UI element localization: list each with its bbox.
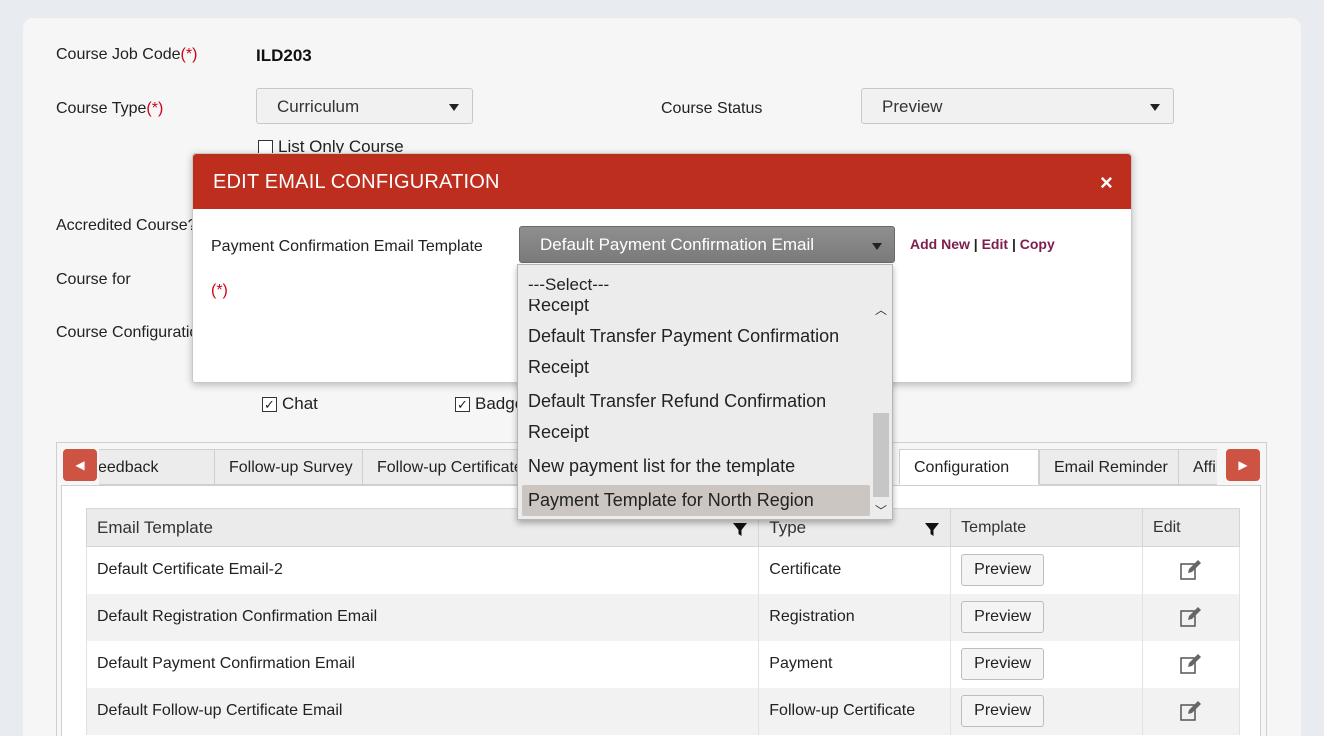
edit-icon[interactable] — [1179, 700, 1203, 722]
copy-link[interactable]: Copy — [1020, 236, 1055, 252]
dropdown-option[interactable]: Default Transfer Refund Confirmation — [522, 386, 870, 417]
preview-button[interactable]: Preview — [961, 601, 1045, 633]
type-cell: Certificate — [758, 546, 952, 594]
tab-follow-up-survey[interactable]: Follow-up Survey — [214, 449, 364, 485]
checkmark-icon: ✓ — [455, 396, 470, 412]
filter-icon[interactable] — [924, 522, 940, 538]
dropdown-option[interactable]: Receipt — [522, 417, 870, 448]
dropdown-option[interactable]: Default Transfer Payment Confirmation — [522, 321, 870, 352]
table-row: Default Certificate Email-2 Certificate … — [85, 546, 1240, 594]
preview-button[interactable]: Preview — [961, 554, 1045, 587]
edit-cell — [1142, 687, 1240, 735]
chevron-down-icon — [1150, 104, 1160, 111]
tab-email-configuration[interactable]: Configuration — [899, 449, 1039, 485]
scroll-down-icon[interactable]: ﹀ — [875, 502, 887, 519]
payment-template-label: Payment Confirmation Email Template — [211, 238, 483, 255]
scroll-up-icon[interactable]: ︿ — [875, 301, 887, 318]
chevron-down-icon — [449, 104, 459, 111]
course-status-select[interactable]: Preview — [861, 88, 1174, 124]
tab-follow-up-certificate[interactable]: Follow-up Certificate — [362, 449, 538, 485]
payment-template-value: Default Payment Confirmation Email — [540, 235, 815, 254]
close-icon[interactable]: × — [1100, 170, 1113, 196]
dropdown-option[interactable]: Receipt — [522, 352, 870, 383]
caret-left-icon: ◀ — [75, 458, 85, 472]
course-type-label: Course Type(*) — [56, 100, 164, 117]
scrollbar-thumb[interactable] — [873, 413, 889, 497]
email-template-table: Email Template Type Template Edit Defaul… — [85, 508, 1240, 735]
course-type-select[interactable]: Curriculum — [256, 88, 473, 124]
dropdown-option[interactable]: Receipt — [522, 299, 870, 321]
course-status-value: Preview — [882, 97, 943, 116]
tab-email-reminder[interactable]: Email Reminder — [1039, 449, 1179, 485]
template-name-cell: Default Payment Confirmation Email — [85, 640, 760, 688]
job-code-label: Course Job Code(*) — [56, 46, 198, 63]
edit-cell — [1142, 640, 1240, 688]
edit-cell — [1142, 593, 1240, 641]
chevron-down-icon — [872, 243, 882, 250]
type-cell: Payment — [758, 640, 952, 688]
chat-label: Chat — [282, 394, 318, 413]
link-separator: | — [973, 236, 978, 252]
chat-checkbox[interactable]: ✓ Chat — [262, 394, 318, 414]
tabs-next-button[interactable]: ▶ — [1226, 449, 1260, 481]
edit-icon[interactable] — [1179, 653, 1203, 675]
edit-icon[interactable] — [1179, 606, 1203, 628]
dropdown-options: Receipt Default Transfer Payment Confirm… — [518, 299, 870, 519]
tab-feedback[interactable]: eedback — [99, 449, 215, 485]
course-status-label: Course Status — [661, 100, 763, 117]
course-config-label: Course Configuration — [56, 324, 208, 341]
dropdown-option-selected[interactable]: Payment Template for North Region — [522, 485, 870, 516]
job-code-value: ILD203 — [256, 46, 312, 65]
add-new-link[interactable]: Add New — [910, 236, 970, 252]
template-name-cell: Default Certificate Email-2 — [85, 546, 760, 594]
template-actions: Add New | Edit | Copy — [910, 236, 1055, 252]
type-cell: Registration — [758, 593, 952, 641]
filter-icon[interactable] — [732, 522, 748, 538]
template-name-cell: Default Registration Confirmation Email — [85, 593, 760, 641]
template-cell: Preview — [950, 593, 1144, 641]
caret-right-icon: ▶ — [1238, 458, 1248, 472]
link-separator: | — [1011, 236, 1016, 252]
dropdown-option[interactable]: New payment list for the template — [522, 451, 870, 482]
table-row: Default Payment Confirmation Email Payme… — [85, 640, 1240, 688]
required-mark: (*) — [211, 282, 228, 299]
dropdown-scrollbar[interactable]: ︿ ﹀ — [870, 299, 892, 519]
preview-button[interactable]: Preview — [961, 648, 1045, 680]
payment-template-dropdown-list[interactable]: ---Select--- Receipt Default Transfer Pa… — [517, 264, 893, 520]
badge-checkbox[interactable]: ✓ Badge — [455, 394, 524, 414]
tabs-prev-button[interactable]: ◀ — [63, 449, 97, 481]
edit-link[interactable]: Edit — [982, 236, 1008, 252]
template-cell: Preview — [950, 687, 1144, 735]
template-name-cell: Default Follow-up Certificate Email — [85, 687, 760, 735]
template-cell: Preview — [950, 546, 1144, 594]
dropdown-option[interactable]: ---Select--- — [528, 275, 609, 295]
preview-button[interactable]: Preview — [961, 695, 1045, 727]
checkmark-icon: ✓ — [262, 396, 277, 412]
table-row: Default Follow-up Certificate Email Foll… — [85, 687, 1240, 735]
column-template: Template — [950, 508, 1144, 547]
template-cell: Preview — [950, 640, 1144, 688]
accredited-label: Accredited Course? — [56, 217, 197, 234]
column-edit: Edit — [1142, 508, 1240, 547]
course-type-value: Curriculum — [277, 97, 360, 116]
edit-icon[interactable] — [1179, 559, 1203, 581]
payment-template-select[interactable]: Default Payment Confirmation Email — [519, 226, 895, 263]
tab-affiliation[interactable]: Affiliation — [1178, 449, 1217, 485]
modal-title: EDIT EMAIL CONFIGURATION — [213, 171, 500, 193]
tab-content: Email Template Type Template Edit Defaul… — [61, 485, 1261, 736]
table-row: Default Registration Confirmation Email … — [85, 593, 1240, 641]
modal-header: EDIT EMAIL CONFIGURATION × — [193, 154, 1131, 209]
course-for-label: Course for — [56, 271, 131, 288]
type-cell: Follow-up Certificate — [758, 687, 952, 735]
edit-cell — [1142, 546, 1240, 594]
